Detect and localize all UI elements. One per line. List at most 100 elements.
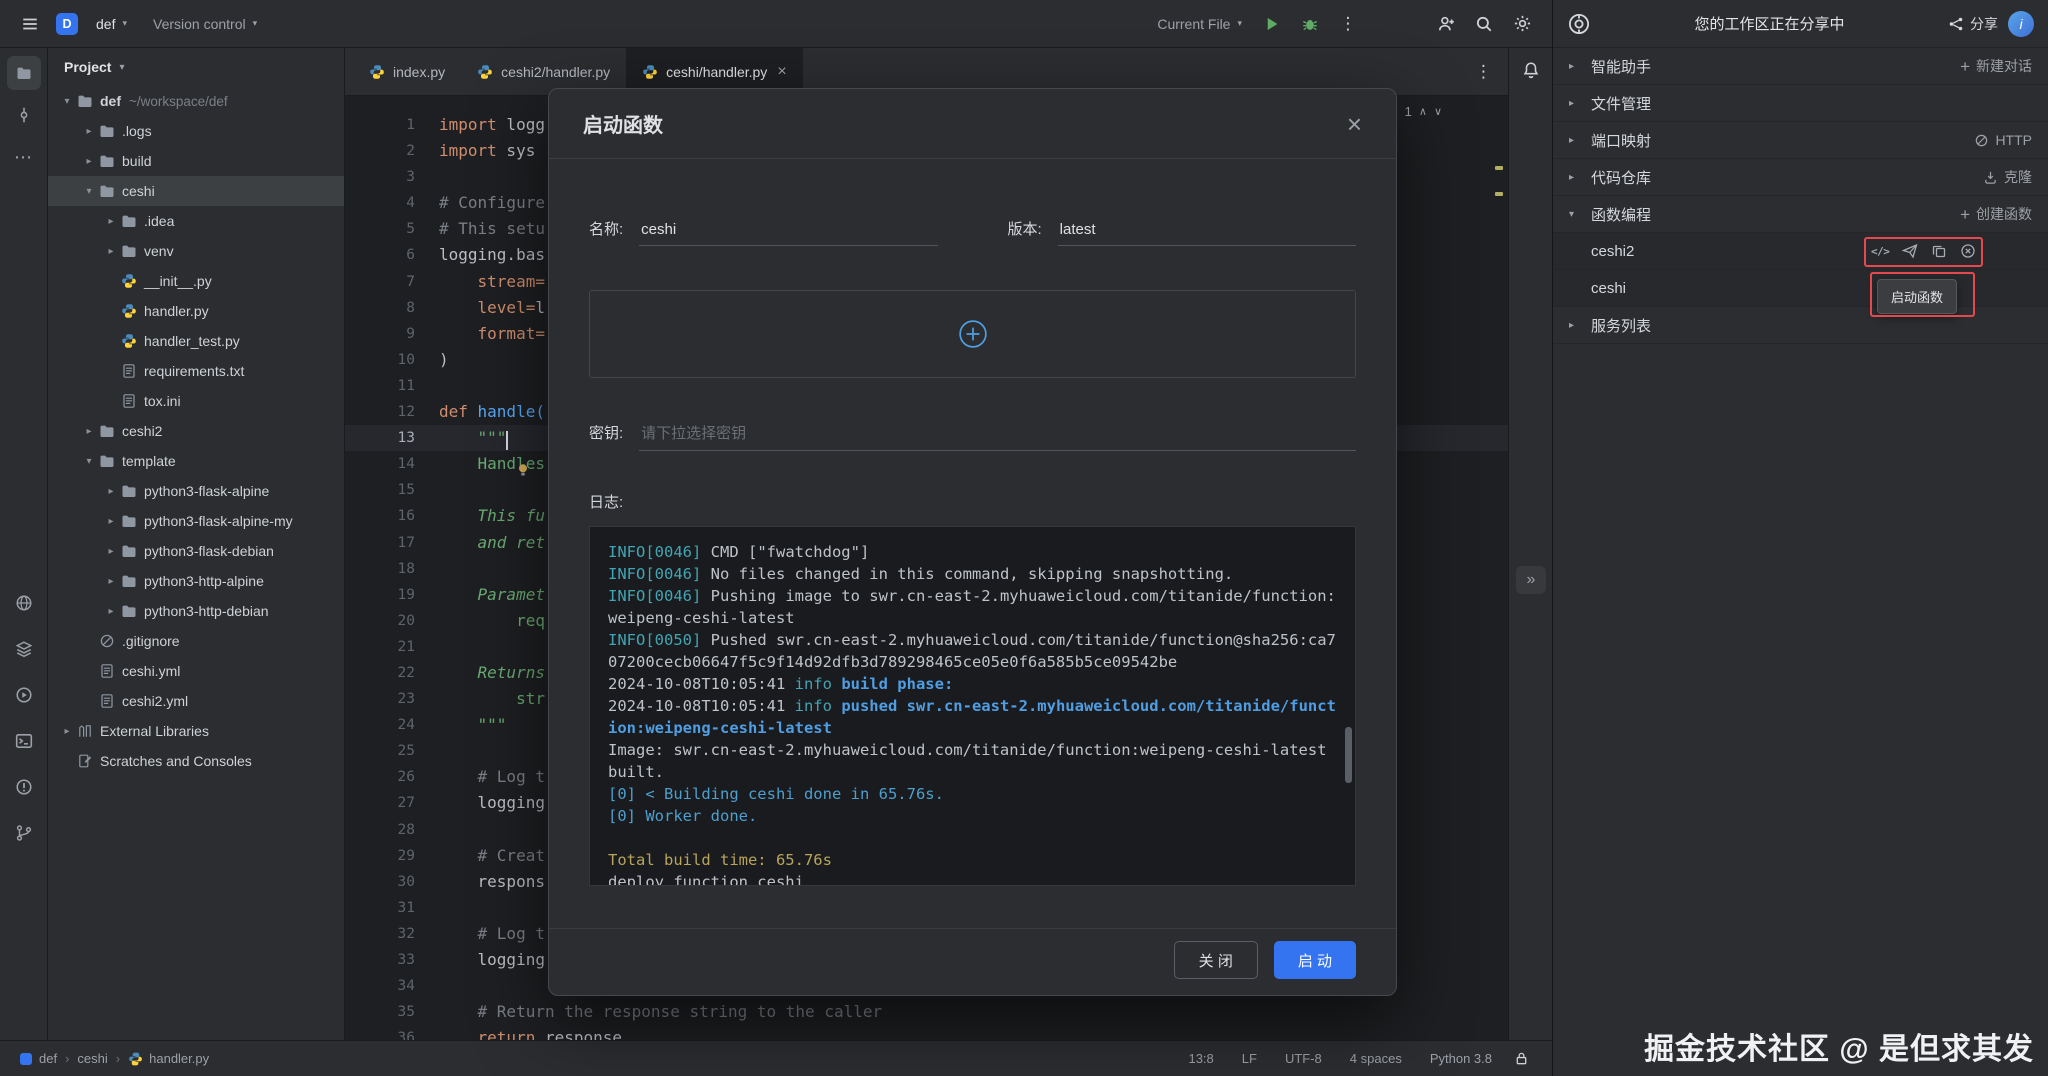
add-item-box[interactable] [589,290,1356,378]
expand-panel-icon[interactable]: » [1516,566,1546,594]
line-number[interactable]: 22 [345,660,431,686]
line-number[interactable]: 7 [345,269,431,295]
chevron-right-icon[interactable]: ▸ [102,606,120,617]
line-number[interactable]: 27 [345,790,431,816]
function-ceshi2[interactable]: ceshi2 </> [1553,233,2048,270]
tree-item-ceshi-yml[interactable]: ceshi.yml [48,656,344,686]
chevron-right-icon[interactable]: ▸ [80,156,98,167]
chevron-right-icon[interactable]: ▸ [80,126,98,137]
tree-item-python3-flask-alpine[interactable]: ▸ python3-flask-alpine [48,476,344,506]
clone-button[interactable]: 克隆 [1983,167,2032,187]
hamburger-menu-icon[interactable] [14,8,46,40]
line-number[interactable]: 21 [345,634,431,660]
panel-section-ai-assistant[interactable]: ▸ 智能助手 + 新建对话 [1553,48,2048,85]
line-number[interactable]: 8 [345,295,431,321]
status-13-8[interactable]: 13:8 [1188,1051,1213,1066]
tree-item-template[interactable]: ▾ template [48,446,344,476]
line-number[interactable]: 16 [345,503,431,529]
line-number[interactable]: 3 [345,164,431,190]
tree-item-python3-http-debian[interactable]: ▸ python3-http-debian [48,596,344,626]
tab-index-py[interactable]: index.py [353,48,461,95]
tree-item-idea[interactable]: ▸ .idea [48,206,344,236]
close-circle-icon[interactable] [1960,243,1976,259]
log-scrollbar-thumb[interactable] [1345,727,1352,784]
create-function-button[interactable]: + 创建函数 [1960,204,2032,224]
chevron-down-icon[interactable]: ▾ [58,96,76,107]
line-number[interactable]: 10 [345,347,431,373]
line-number[interactable]: 17 [345,530,431,556]
chevron-right-icon[interactable]: ▸ [58,726,76,737]
breadcrumb-ceshi[interactable]: ceshi [77,1051,107,1066]
chevron-right-icon[interactable]: ▸ [102,246,120,257]
line-number[interactable]: 35 [345,999,431,1025]
project-tool-button[interactable] [6,56,41,90]
tree-item-ceshi2-yml[interactable]: ceshi2.yml [48,686,344,716]
line-number[interactable]: 1 [345,112,431,138]
line-number[interactable]: 12 [345,399,431,425]
project-panel-header[interactable]: Project ▾ [48,48,344,86]
panel-section-service-list[interactable]: ▸ 服务列表 [1553,307,2048,344]
notifications-bell-icon[interactable] [1515,54,1547,86]
line-number[interactable]: 34 [345,973,431,999]
log-output[interactable]: INFO[0046] CMD ["fwatchdog"] INFO[0046] N… [589,526,1356,886]
panel-section-file-manager[interactable]: ▸ 文件管理 [1553,85,2048,122]
services-tool-button[interactable] [7,632,41,666]
line-number[interactable]: 36 [345,1025,431,1040]
tree-item-gitignore[interactable]: .gitignore [48,626,344,656]
line-number[interactable]: 32 [345,921,431,947]
project-switcher[interactable]: def ▾ [88,8,135,40]
chevron-down-icon[interactable]: ∨ [1434,105,1442,118]
line-number[interactable]: 6 [345,242,431,268]
line-number[interactable]: 26 [345,764,431,790]
http-button[interactable]: HTTP [1974,132,2032,148]
tree-item-requirements-txt[interactable]: requirements.txt [48,356,344,386]
line-number[interactable]: 2 [345,138,431,164]
chevron-down-icon[interactable]: ▾ [80,456,98,467]
tab-options-icon[interactable]: ⋮ [1459,62,1508,82]
more-actions-icon[interactable]: ⋮ [1332,8,1364,40]
chevron-right-icon[interactable]: ▸ [102,546,120,557]
breadcrumb-handler-py[interactable]: handler.py [128,1051,209,1066]
web-tool-button[interactable] [7,586,41,620]
tree-item-init-py[interactable]: __init__.py [48,266,344,296]
version-input[interactable]: latest [1057,217,1356,246]
line-number[interactable]: 33 [345,947,431,973]
line-number[interactable]: 23 [345,686,431,712]
chevron-right-icon[interactable]: ▸ [102,216,120,227]
chevron-right-icon[interactable]: ▸ [102,516,120,527]
tree-item-logs[interactable]: ▸ .logs [48,116,344,146]
code-icon[interactable]: </> [1871,245,1890,258]
chevron-right-icon[interactable]: ▸ [102,486,120,497]
tree-item-build[interactable]: ▸ build [48,146,344,176]
line-number[interactable]: 24 [345,712,431,738]
line-number[interactable]: 13 [345,425,431,451]
line-number[interactable]: 20 [345,608,431,634]
code-with-me-icon[interactable] [1430,8,1462,40]
run-tool-button[interactable] [7,678,41,712]
tree-item-external-libraries[interactable]: ▸ External Libraries [48,716,344,746]
chevron-down-icon[interactable]: ▾ [80,186,98,197]
tree-item-ceshi2[interactable]: ▸ ceshi2 [48,416,344,446]
tree-item-python3-http-alpine[interactable]: ▸ python3-http-alpine [48,566,344,596]
tree-item-venv[interactable]: ▸ venv [48,236,344,266]
panel-section-function-programming[interactable]: ▾ 函数编程 + 创建函数 [1553,196,2048,233]
function-ceshi[interactable]: ceshi [1553,270,2048,307]
line-number[interactable]: 30 [345,869,431,895]
line-number[interactable]: 11 [345,373,431,399]
run-config-selector[interactable]: Current File ▾ [1149,8,1250,40]
breadcrumb-def[interactable]: def [18,1051,57,1066]
status-utf-8[interactable]: UTF-8 [1285,1051,1322,1066]
line-number[interactable]: 19 [345,582,431,608]
panel-section-port-mapping[interactable]: ▸ 端口映射 HTTP [1553,122,2048,159]
tree-item-handler-py[interactable]: handler.py [48,296,344,326]
copy-icon[interactable] [1931,243,1947,259]
line-number[interactable]: 28 [345,817,431,843]
tree-item-ceshi[interactable]: ▾ ceshi [48,176,344,206]
avatar[interactable]: i [2008,10,2034,37]
terminal-tool-button[interactable] [7,724,41,758]
line-number[interactable]: 14 [345,451,431,477]
chevron-right-icon[interactable]: ▸ [102,576,120,587]
deploy-icon[interactable] [1902,243,1918,259]
close-icon[interactable]: × [1347,111,1362,137]
close-button[interactable]: 关 闭 [1173,941,1258,979]
